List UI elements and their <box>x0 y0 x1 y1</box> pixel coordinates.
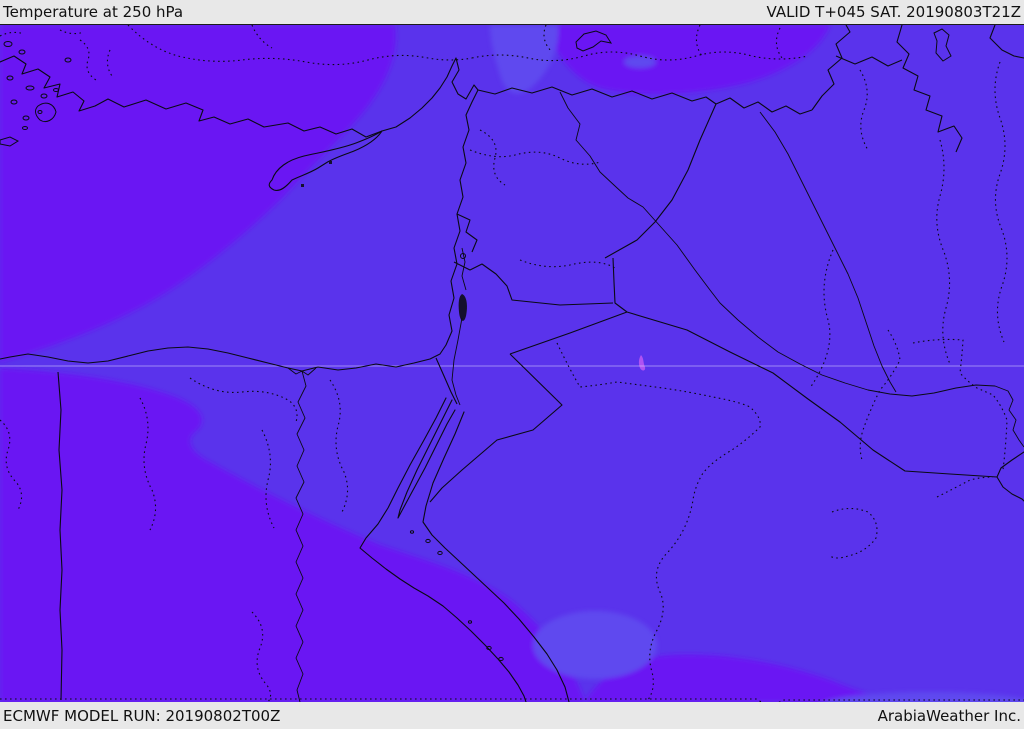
credit-label: ArabiaWeather Inc. <box>877 706 1021 725</box>
footer-bar: ECMWF MODEL RUN: 20190802T00Z ArabiaWeat… <box>0 702 1024 729</box>
model-run-label: ECMWF MODEL RUN: 20190802T00Z <box>3 706 281 725</box>
light-patch-small <box>624 56 656 68</box>
weather-map-frame: Temperature at 250 hPa VALID T+045 SAT. … <box>0 0 1024 729</box>
map-title: Temperature at 250 hPa <box>3 3 184 21</box>
header-bar: Temperature at 250 hPa VALID T+045 SAT. … <box>0 0 1024 25</box>
light-patch-redsea <box>533 611 657 679</box>
map-canvas <box>0 24 1024 720</box>
valid-time-label: VALID T+045 SAT. 20190803T21Z <box>766 3 1021 21</box>
temperature-bands <box>0 25 1024 720</box>
